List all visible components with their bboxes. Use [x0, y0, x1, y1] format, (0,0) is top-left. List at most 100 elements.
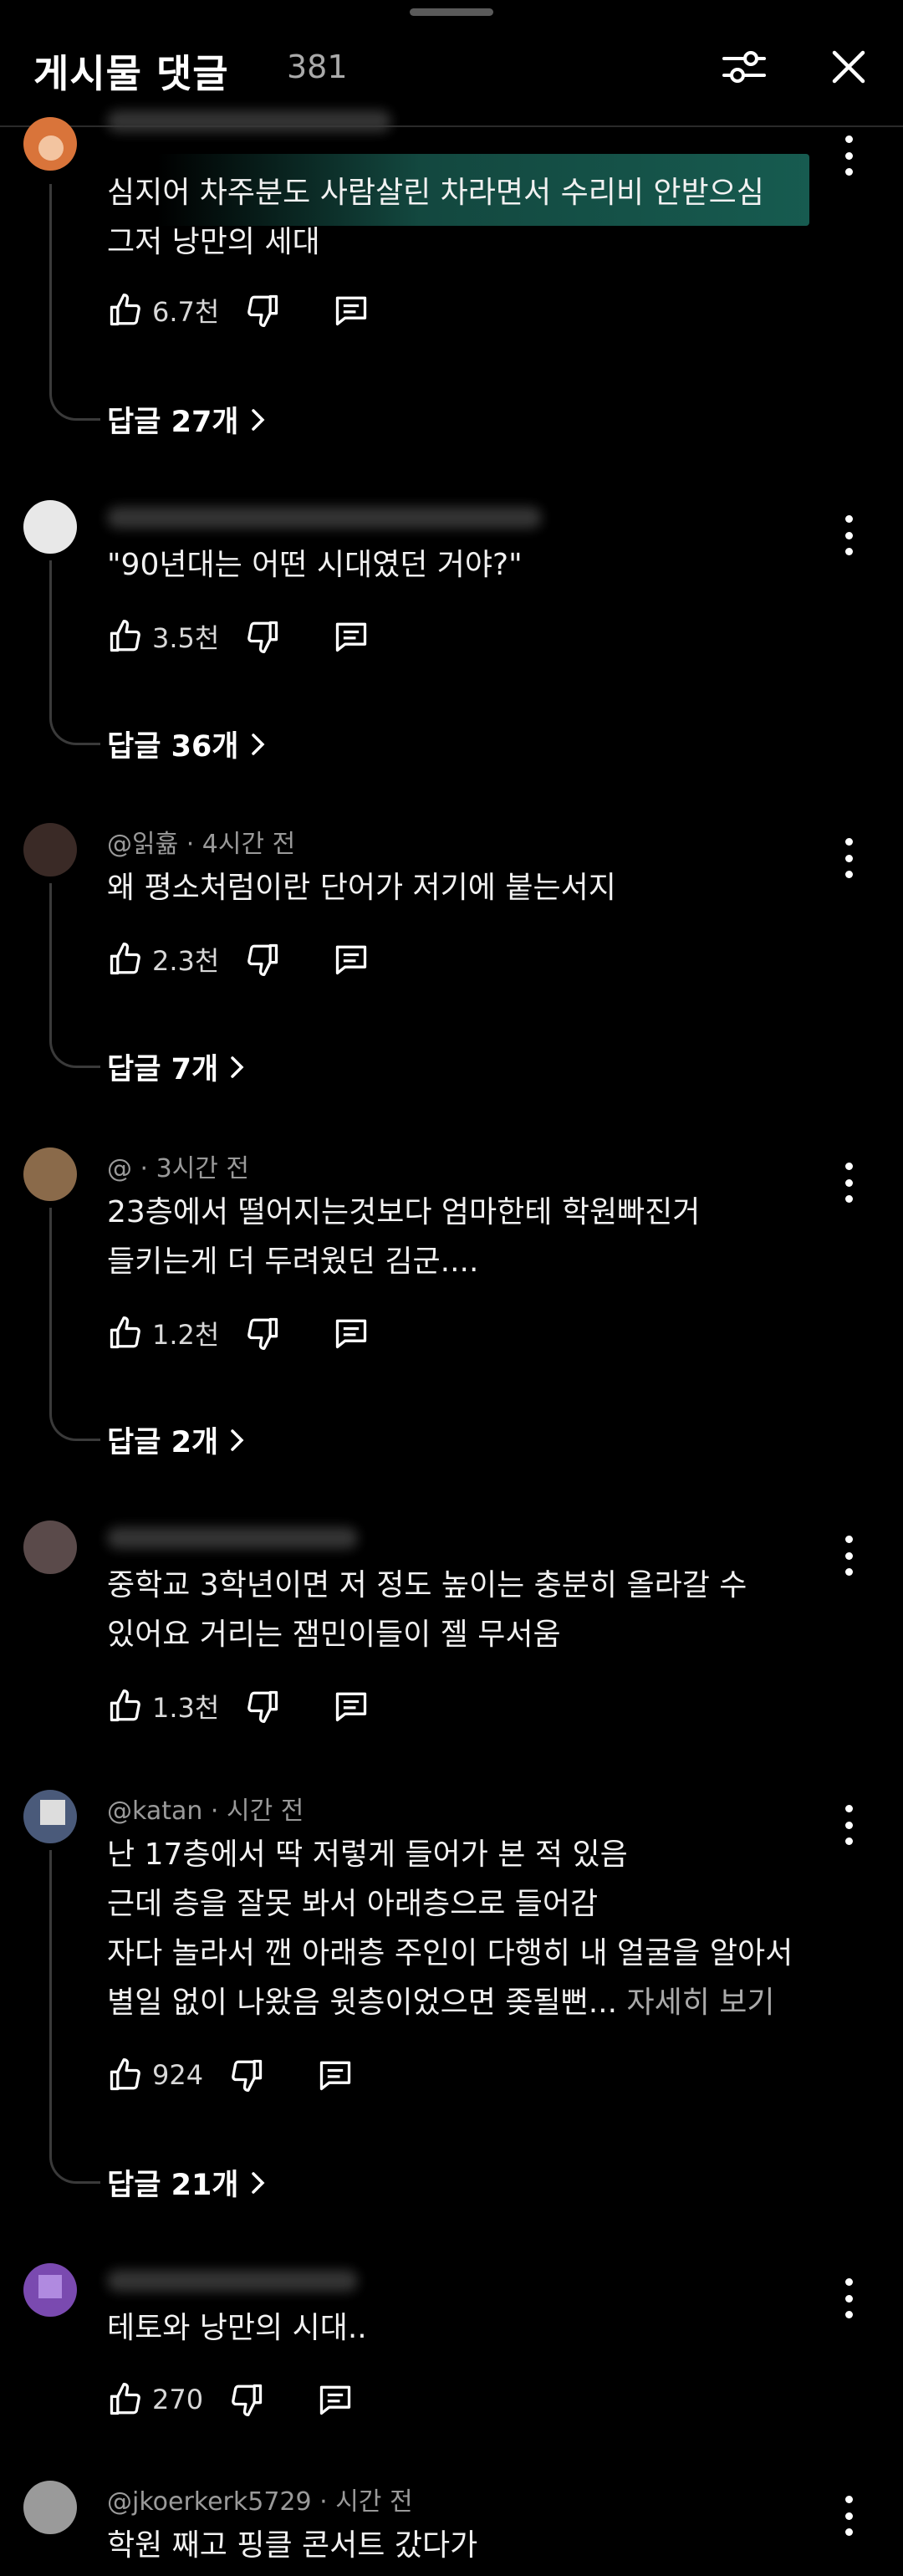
more-options-icon[interactable] — [836, 1536, 861, 1576]
read-more-link[interactable]: 자세히 보기 — [617, 1986, 774, 2020]
comment-meta: @ · 3시간 전 — [107, 1154, 250, 1183]
comment-actions: 6.7천 — [107, 289, 370, 331]
thread-line — [49, 560, 100, 745]
reply-button[interactable] — [333, 292, 370, 329]
like-count: 2.3천 — [152, 945, 220, 977]
comment-text: 테토와 낭만의 시대.. — [107, 2311, 367, 2345]
comment-text: 왜 평소처럼이란 단어가 저기에 붙는서지 — [107, 871, 616, 905]
like-count: 1.3천 — [152, 1692, 220, 1724]
comment-actions: 270 — [107, 2379, 354, 2420]
dislike-button[interactable] — [244, 1688, 281, 1725]
like-button[interactable]: 3.5천 — [107, 617, 219, 656]
replies-link[interactable]: 답글 27개 — [107, 398, 268, 441]
comment-icon — [336, 622, 367, 652]
dislike-button[interactable] — [244, 941, 281, 978]
redacted-username — [107, 110, 391, 132]
like-button[interactable]: 1.2천 — [107, 1314, 219, 1352]
like-count: 6.7천 — [152, 296, 220, 328]
chevron-right-icon — [251, 2171, 264, 2194]
comment-count: 381 — [287, 49, 348, 85]
chevron-right-icon — [231, 1429, 244, 1451]
more-options-icon[interactable] — [836, 838, 861, 878]
comment-actions: 1.2천 — [107, 1312, 370, 1354]
avatar[interactable] — [23, 2481, 77, 2534]
replies-link[interactable]: 답글 21개 — [107, 2161, 268, 2204]
sliders-icon[interactable] — [719, 42, 769, 92]
dislike-button[interactable] — [244, 1315, 281, 1352]
comment-meta: @katan · 시간 전 — [107, 1797, 304, 1826]
comment-meta: @읽휾 · 4시간 전 — [107, 830, 296, 859]
more-options-icon[interactable] — [836, 2496, 861, 2536]
like-count: 1.2천 — [152, 1319, 220, 1351]
more-options-icon[interactable] — [836, 1163, 861, 1203]
avatar[interactable] — [23, 823, 77, 877]
comment-text: 학원 째고 핑클 콘서트 갔다가 — [107, 2528, 478, 2563]
like-count: 924 — [152, 2059, 204, 2091]
reply-button[interactable] — [333, 1315, 370, 1352]
redacted-username — [107, 1527, 358, 1549]
like-button[interactable]: 6.7천 — [107, 291, 219, 330]
dislike-button[interactable] — [244, 618, 281, 655]
like-count: 270 — [152, 2384, 204, 2415]
thumbs-down-icon — [247, 621, 278, 653]
chevron-right-icon — [251, 408, 264, 431]
thumbs-up-icon — [110, 2058, 140, 2091]
thumbs-down-icon — [232, 2384, 263, 2416]
avatar[interactable] — [23, 117, 77, 171]
thumbs-up-icon — [110, 294, 140, 326]
replies-link[interactable]: 답글 2개 — [107, 1418, 247, 1461]
thumbs-up-icon — [110, 2383, 140, 2415]
like-button[interactable]: 2.3천 — [107, 940, 219, 979]
redacted-username — [107, 2270, 358, 2292]
replies-link[interactable]: 답글 7개 — [107, 1045, 247, 1088]
dislike-button[interactable] — [228, 2381, 265, 2418]
thumbs-down-icon — [232, 2059, 263, 2092]
comment-icon — [319, 2385, 351, 2415]
comment-actions: 3.5천 — [107, 616, 370, 657]
reply-button[interactable] — [317, 2057, 354, 2093]
comment-text: 심지어 차주분도 사람살린 차라면서 수리비 안받으심 그저 낭만의 세대 — [107, 176, 764, 259]
reply-button[interactable] — [333, 618, 370, 655]
close-icon[interactable] — [824, 42, 874, 92]
like-button[interactable]: 1.3천 — [107, 1687, 219, 1725]
more-options-icon[interactable] — [836, 2278, 861, 2318]
comment-text: 23층에서 떨어지는것보다 엄마한테 학원빠진거 들키는게 더 두려웠던 김군.… — [107, 1195, 701, 1279]
avatar[interactable] — [23, 500, 77, 554]
thumbs-up-icon — [110, 1316, 140, 1349]
avatar[interactable] — [23, 1147, 77, 1201]
more-options-icon[interactable] — [836, 515, 861, 555]
thumbs-up-icon — [110, 943, 140, 975]
thumbs-down-icon — [247, 1317, 278, 1350]
thumbs-up-icon — [110, 1689, 140, 1722]
avatar[interactable] — [23, 1790, 77, 1843]
comment-icon — [336, 296, 367, 326]
like-button[interactable]: 924 — [107, 2057, 203, 2093]
reply-button[interactable] — [333, 941, 370, 978]
comment-actions: 2.3천 — [107, 938, 370, 980]
comment-meta: @jkoerkerk5729 · 시간 전 — [107, 2487, 413, 2517]
dislike-button[interactable] — [228, 2057, 265, 2093]
replies-link[interactable]: 답글 36개 — [107, 723, 268, 765]
chevron-right-icon — [231, 1055, 244, 1078]
comment-icon — [336, 1692, 367, 1722]
thread-line — [49, 1850, 100, 2184]
avatar[interactable] — [23, 1521, 77, 1574]
dislike-button[interactable] — [244, 292, 281, 329]
comments-header: 게시물 댓글 381 — [0, 0, 903, 127]
avatar[interactable] — [23, 2263, 77, 2317]
comment-icon — [336, 1319, 367, 1349]
like-button[interactable]: 270 — [107, 2381, 203, 2418]
comment-icon — [336, 945, 367, 975]
comment-actions: 924 — [107, 2054, 354, 2096]
chevron-right-icon — [251, 733, 264, 755]
redacted-username — [107, 507, 542, 529]
reply-button[interactable] — [317, 2381, 354, 2418]
like-count: 3.5천 — [152, 622, 220, 654]
comment-actions: 1.3천 — [107, 1685, 370, 1727]
comment-icon — [319, 2061, 351, 2091]
more-options-icon[interactable] — [836, 1805, 861, 1845]
page-title: 게시물 댓글 — [33, 51, 229, 96]
reply-button[interactable] — [333, 1688, 370, 1725]
thread-line — [49, 1208, 100, 1441]
more-options-icon[interactable] — [836, 135, 861, 176]
